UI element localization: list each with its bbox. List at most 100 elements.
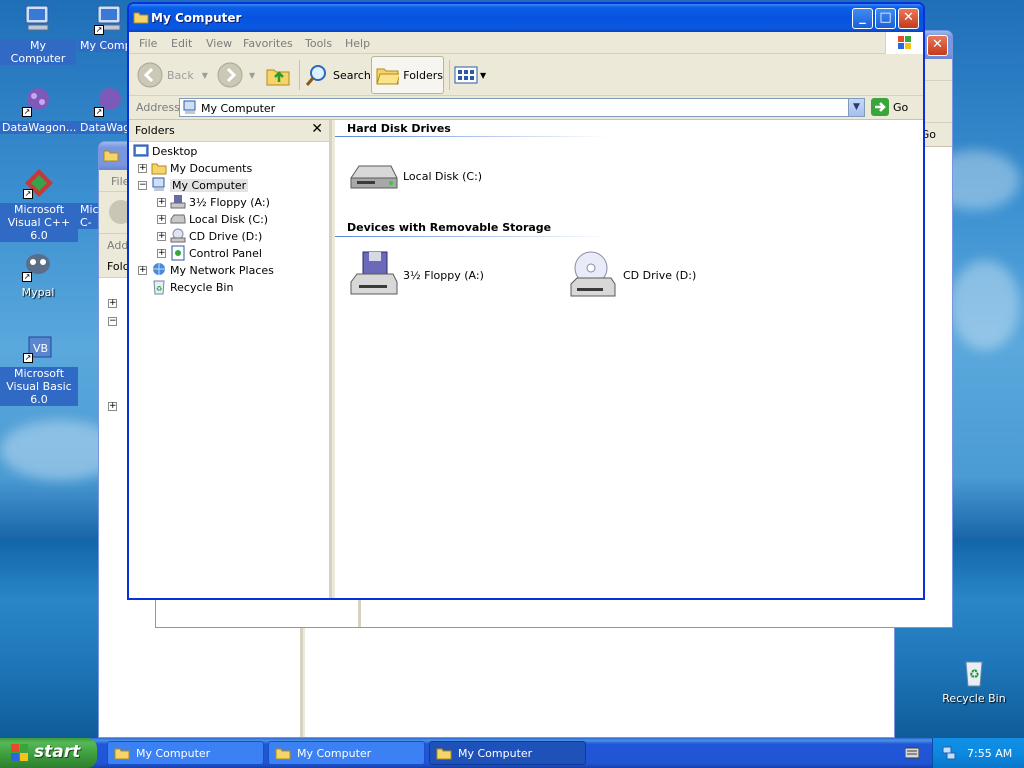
- tree-item-local-disk[interactable]: Local Disk (C:): [170, 211, 268, 227]
- tree-item-label: My Network Places: [170, 263, 274, 277]
- tree-expander[interactable]: +: [157, 232, 166, 241]
- cd-drive-icon: [170, 228, 186, 244]
- tree-item-network-places[interactable]: My Network Places: [151, 262, 274, 278]
- recycle-bin-icon: ♻: [151, 279, 167, 295]
- maximize-button[interactable]: □: [875, 8, 896, 29]
- tree-expander[interactable]: +: [108, 299, 117, 308]
- visual-cpp-icon: ↗: [23, 167, 55, 199]
- mypal-icon: ↗: [22, 250, 54, 282]
- go-label: Go: [893, 100, 909, 114]
- taskbar: start My Computer My Computer My Compute…: [0, 738, 1024, 768]
- go-button[interactable]: Go: [871, 98, 908, 116]
- computer-icon: [151, 177, 167, 193]
- shortcut-arrow-icon: ↗: [23, 353, 33, 363]
- explorer-window[interactable]: My Computer _ □ ✕ File Edit View Favorit…: [127, 2, 925, 600]
- tree-item-floppy[interactable]: 3½ Floppy (A:): [170, 194, 270, 210]
- back-button[interactable]: Back ▼: [137, 58, 208, 92]
- folder-icon: [151, 160, 167, 176]
- menu-bar: File Edit View Favorites Tools Help: [129, 32, 923, 54]
- tree-item-my-computer[interactable]: My Computer: [151, 177, 249, 193]
- keyboard-icon[interactable]: [905, 747, 919, 759]
- folder-up-icon: [266, 69, 290, 86]
- drive-item-floppy[interactable]: 3½ Floppy (A:): [349, 250, 484, 300]
- tree-item-label: Recycle Bin: [170, 280, 234, 294]
- desktop-icon-datawagon[interactable]: ↗ DataWagon...: [0, 85, 79, 134]
- tree-item-cd-drive[interactable]: CD Drive (D:): [170, 228, 262, 244]
- svg-text:♻: ♻: [156, 285, 162, 293]
- group-heading: Hard Disk Drives: [347, 122, 451, 135]
- address-label: Address: [136, 101, 180, 114]
- tree-expander[interactable]: +: [138, 266, 147, 275]
- drive-item-cd-drive[interactable]: CD Drive (D:): [569, 250, 696, 300]
- tree-expander[interactable]: −: [138, 181, 147, 190]
- start-button[interactable]: start: [0, 738, 97, 768]
- up-button[interactable]: [265, 58, 291, 92]
- tree-expander[interactable]: +: [138, 164, 147, 173]
- tree-item-label: My Computer: [170, 178, 249, 192]
- tree-item-recycle-bin[interactable]: ♻ Recycle Bin: [151, 279, 233, 295]
- address-dropdown-icon[interactable]: ▼: [848, 99, 864, 116]
- folder-icon: [133, 10, 149, 24]
- close-pane-icon[interactable]: ✕: [311, 121, 323, 137]
- menu-edit[interactable]: Edit: [171, 37, 192, 50]
- desktop-icon-visual-basic[interactable]: VB ↗ Microsoft Visual Basic 6.0: [0, 331, 78, 406]
- menu-file[interactable]: File: [139, 37, 157, 50]
- search-button[interactable]: Search: [305, 58, 371, 92]
- tree-expander[interactable]: +: [108, 402, 117, 411]
- tree-expander[interactable]: +: [157, 215, 166, 224]
- hard-disk-icon: [170, 211, 186, 227]
- svg-text:♻: ♻: [969, 667, 980, 681]
- tree-item-label: My Documents: [170, 161, 253, 175]
- desktop-icon-my-computer-2[interactable]: ↗ My Computer: [78, 3, 130, 52]
- network-icon[interactable]: [942, 746, 956, 760]
- taskbar-button[interactable]: My Computer: [107, 741, 264, 765]
- folder-icon: [114, 748, 130, 760]
- desktop-icon-visual-cpp[interactable]: ↗ Microsoft Visual C++ 6.0: [0, 167, 78, 242]
- folders-button[interactable]: Folders: [371, 56, 444, 94]
- clock: 7:55 AM: [967, 747, 1013, 760]
- folders-icon: [376, 68, 400, 85]
- views-icon: [454, 66, 478, 84]
- forward-dropdown-icon[interactable]: ▼: [249, 71, 255, 80]
- address-input[interactable]: My Computer ▼: [179, 98, 865, 117]
- computer-icon: ↗: [94, 3, 126, 35]
- control-panel-icon: [170, 245, 186, 261]
- menu-favorites[interactable]: Favorites: [243, 37, 293, 50]
- tree-item-label: CD Drive (D:): [189, 229, 263, 243]
- desktop-icon-recycle-bin[interactable]: ♻ Recycle Bin: [936, 656, 1012, 705]
- tree-expander[interactable]: +: [157, 198, 166, 207]
- close-button[interactable]: ✕: [898, 8, 919, 29]
- desktop-icon: [133, 143, 149, 159]
- shortcut-arrow-icon: ↗: [94, 25, 104, 35]
- tree-expander[interactable]: +: [157, 249, 166, 258]
- window-titlebar[interactable]: My Computer _ □ ✕: [129, 4, 923, 32]
- views-button[interactable]: ▼: [454, 58, 486, 92]
- menu-view[interactable]: View: [206, 37, 232, 50]
- desktop-icon-mypal[interactable]: ↗ Mypal: [0, 250, 76, 299]
- close-button[interactable]: ✕: [927, 35, 948, 56]
- desktop-icon-visual-cpp-2[interactable]: Micr C-: [78, 203, 100, 229]
- folder-icon: [275, 748, 291, 760]
- back-dropdown-icon[interactable]: ▼: [202, 71, 208, 80]
- desktop-icon-my-computer[interactable]: My Computer: [0, 3, 76, 65]
- forward-button[interactable]: ▼: [217, 58, 255, 92]
- network-places-icon: [151, 262, 167, 278]
- floppy-drive-icon: [350, 251, 398, 295]
- toolbar-separator: [299, 60, 300, 90]
- drive-item-local-disk[interactable]: Local Disk (C:): [349, 160, 482, 192]
- taskbar-button[interactable]: My Computer: [429, 741, 586, 765]
- taskbar-button[interactable]: My Computer: [268, 741, 425, 765]
- menu-help[interactable]: Help: [345, 37, 370, 50]
- menu-tools[interactable]: Tools: [305, 37, 332, 50]
- minimize-button[interactable]: _: [852, 8, 873, 29]
- tree-item-my-documents[interactable]: My Documents: [151, 160, 252, 176]
- desktop-icon-datawagon-2[interactable]: ↗ DataWag: [78, 85, 130, 134]
- tree-expander[interactable]: −: [108, 317, 117, 326]
- tree-item-control-panel[interactable]: Control Panel: [170, 245, 262, 261]
- drive-label: Local Disk (C:): [403, 169, 483, 183]
- views-dropdown-icon[interactable]: ▼: [480, 71, 486, 80]
- content-pane: Hard Disk Drives Local Disk (C:) Devices…: [335, 120, 923, 598]
- tree-item-desktop[interactable]: Desktop: [133, 143, 197, 159]
- shortcut-arrow-icon: ↗: [22, 272, 32, 282]
- svg-text:VB: VB: [33, 342, 48, 355]
